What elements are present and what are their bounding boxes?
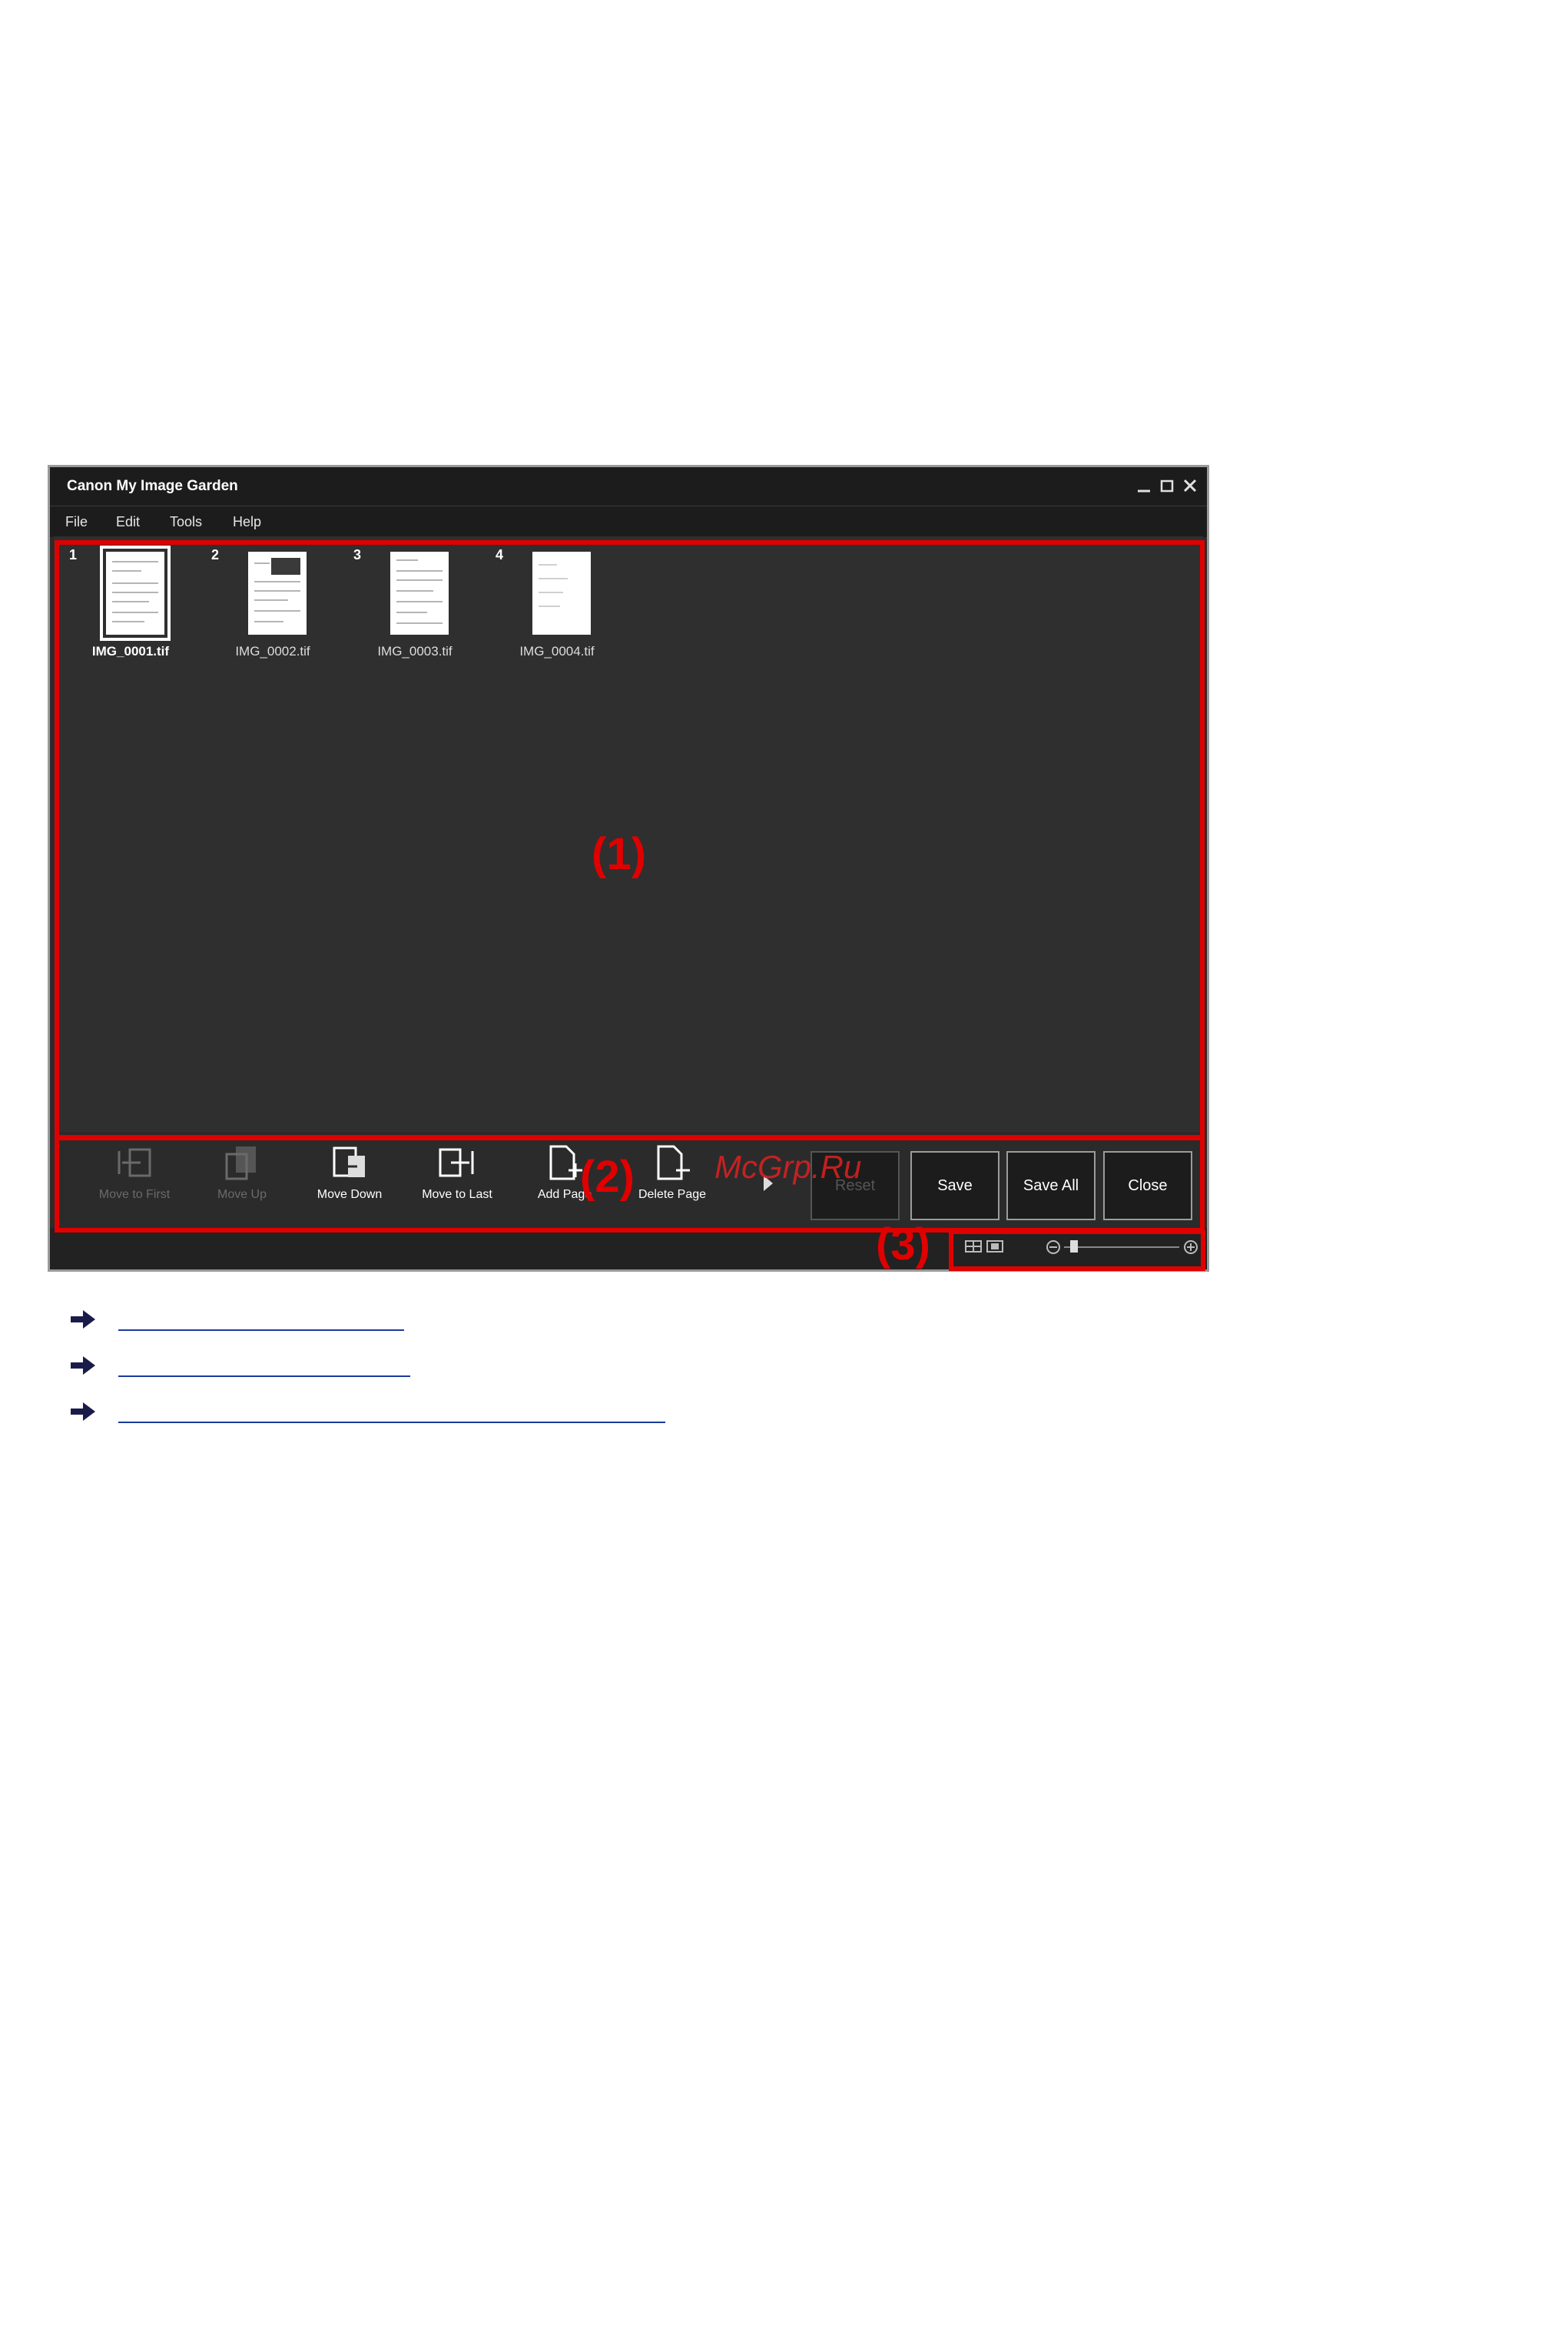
title-bar: Canon My Image Garden	[50, 467, 1207, 506]
menu-edit[interactable]: Edit	[116, 514, 140, 530]
link[interactable]	[118, 1306, 404, 1331]
annotation-label-1: (1)	[592, 829, 646, 879]
menu-bar: File Edit Tools Help	[50, 506, 1207, 537]
link[interactable]	[118, 1352, 410, 1377]
link-arrow-icon	[71, 1309, 97, 1329]
minimize-icon[interactable]	[1135, 476, 1153, 495]
link-arrow-icon	[71, 1355, 97, 1375]
link-arrow-icon	[71, 1402, 97, 1422]
watermark: McGrp.Ru	[714, 1149, 862, 1185]
annotation-box-area-3	[949, 1229, 1205, 1271]
close-icon[interactable]	[1181, 476, 1199, 495]
menu-file[interactable]: File	[65, 514, 88, 530]
link[interactable]	[118, 1399, 665, 1423]
annotation-label-3: (3)	[876, 1219, 930, 1269]
window-title: Canon My Image Garden	[67, 478, 238, 494]
app-window: Canon My Image Garden File Edit Tools He…	[48, 465, 1209, 1272]
annotation-label-2: (2)	[580, 1152, 635, 1202]
menu-tools[interactable]: Tools	[170, 514, 202, 530]
maximize-icon[interactable]	[1158, 476, 1176, 495]
menu-help[interactable]: Help	[233, 514, 261, 530]
